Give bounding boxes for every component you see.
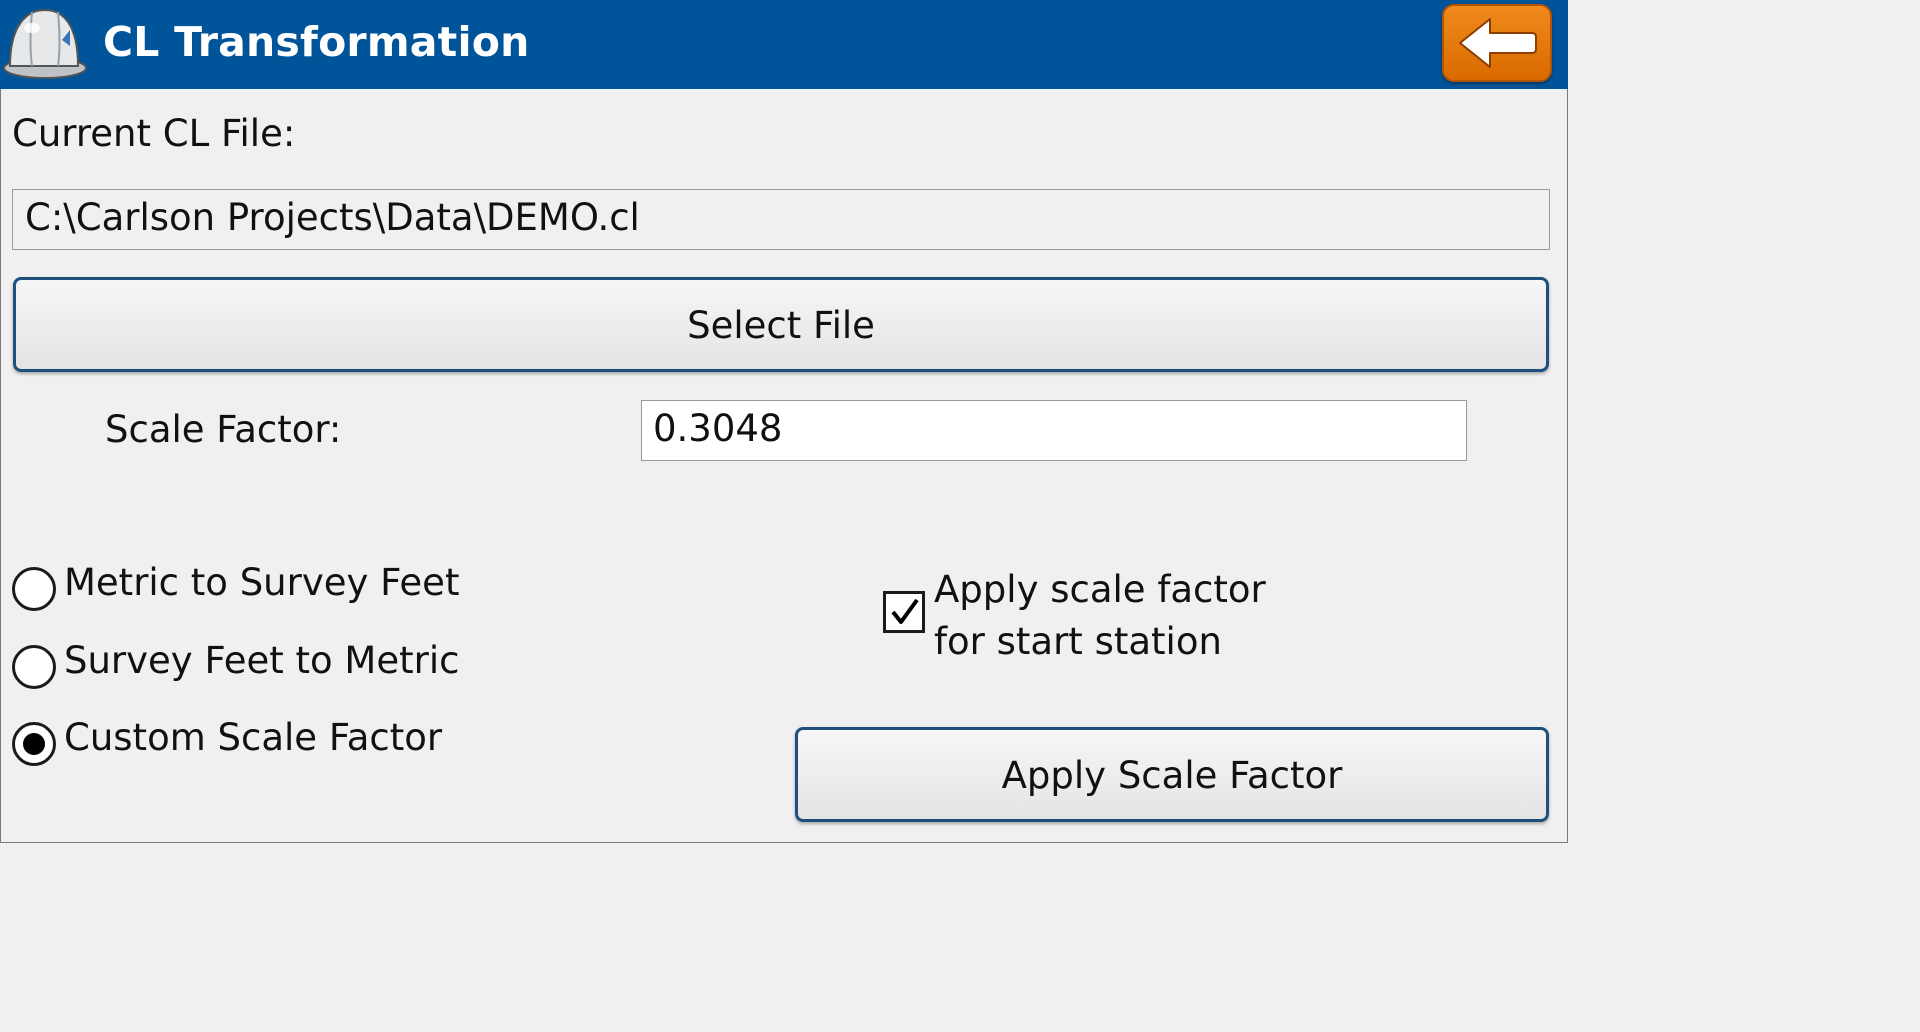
radio-button[interactable]: [12, 567, 56, 611]
scale-factor-input[interactable]: 0.3048: [641, 400, 1467, 461]
back-button[interactable]: [1442, 4, 1552, 82]
start-station-label-line2: for start station: [934, 620, 1222, 663]
radio-button[interactable]: [12, 722, 56, 766]
arrow-left-icon: [1459, 18, 1537, 68]
current-file-label: Current CL File:: [12, 112, 296, 155]
page-title: CL Transformation: [103, 18, 530, 66]
radio-button[interactable]: [12, 645, 56, 689]
start-station-label-line1: Apply scale factor: [934, 568, 1266, 611]
select-file-button[interactable]: Select File: [13, 277, 1549, 372]
radio-label: Survey Feet to Metric: [64, 639, 460, 682]
radio-label: Metric to Survey Feet: [64, 561, 460, 604]
apply-scale-factor-button[interactable]: Apply Scale Factor: [795, 727, 1549, 822]
radio-label: Custom Scale Factor: [64, 716, 443, 759]
title-bar: CL Transformation: [0, 0, 1568, 89]
start-station-checkbox[interactable]: [883, 591, 925, 633]
current-file-path: C:\Carlson Projects\Data\DEMO.cl: [12, 189, 1550, 250]
scale-factor-label: Scale Factor:: [105, 408, 342, 451]
checkmark-icon: [891, 598, 919, 624]
hard-hat-icon: [2, 4, 88, 80]
start-station-label: Apply scale factor for start station: [934, 564, 1266, 668]
